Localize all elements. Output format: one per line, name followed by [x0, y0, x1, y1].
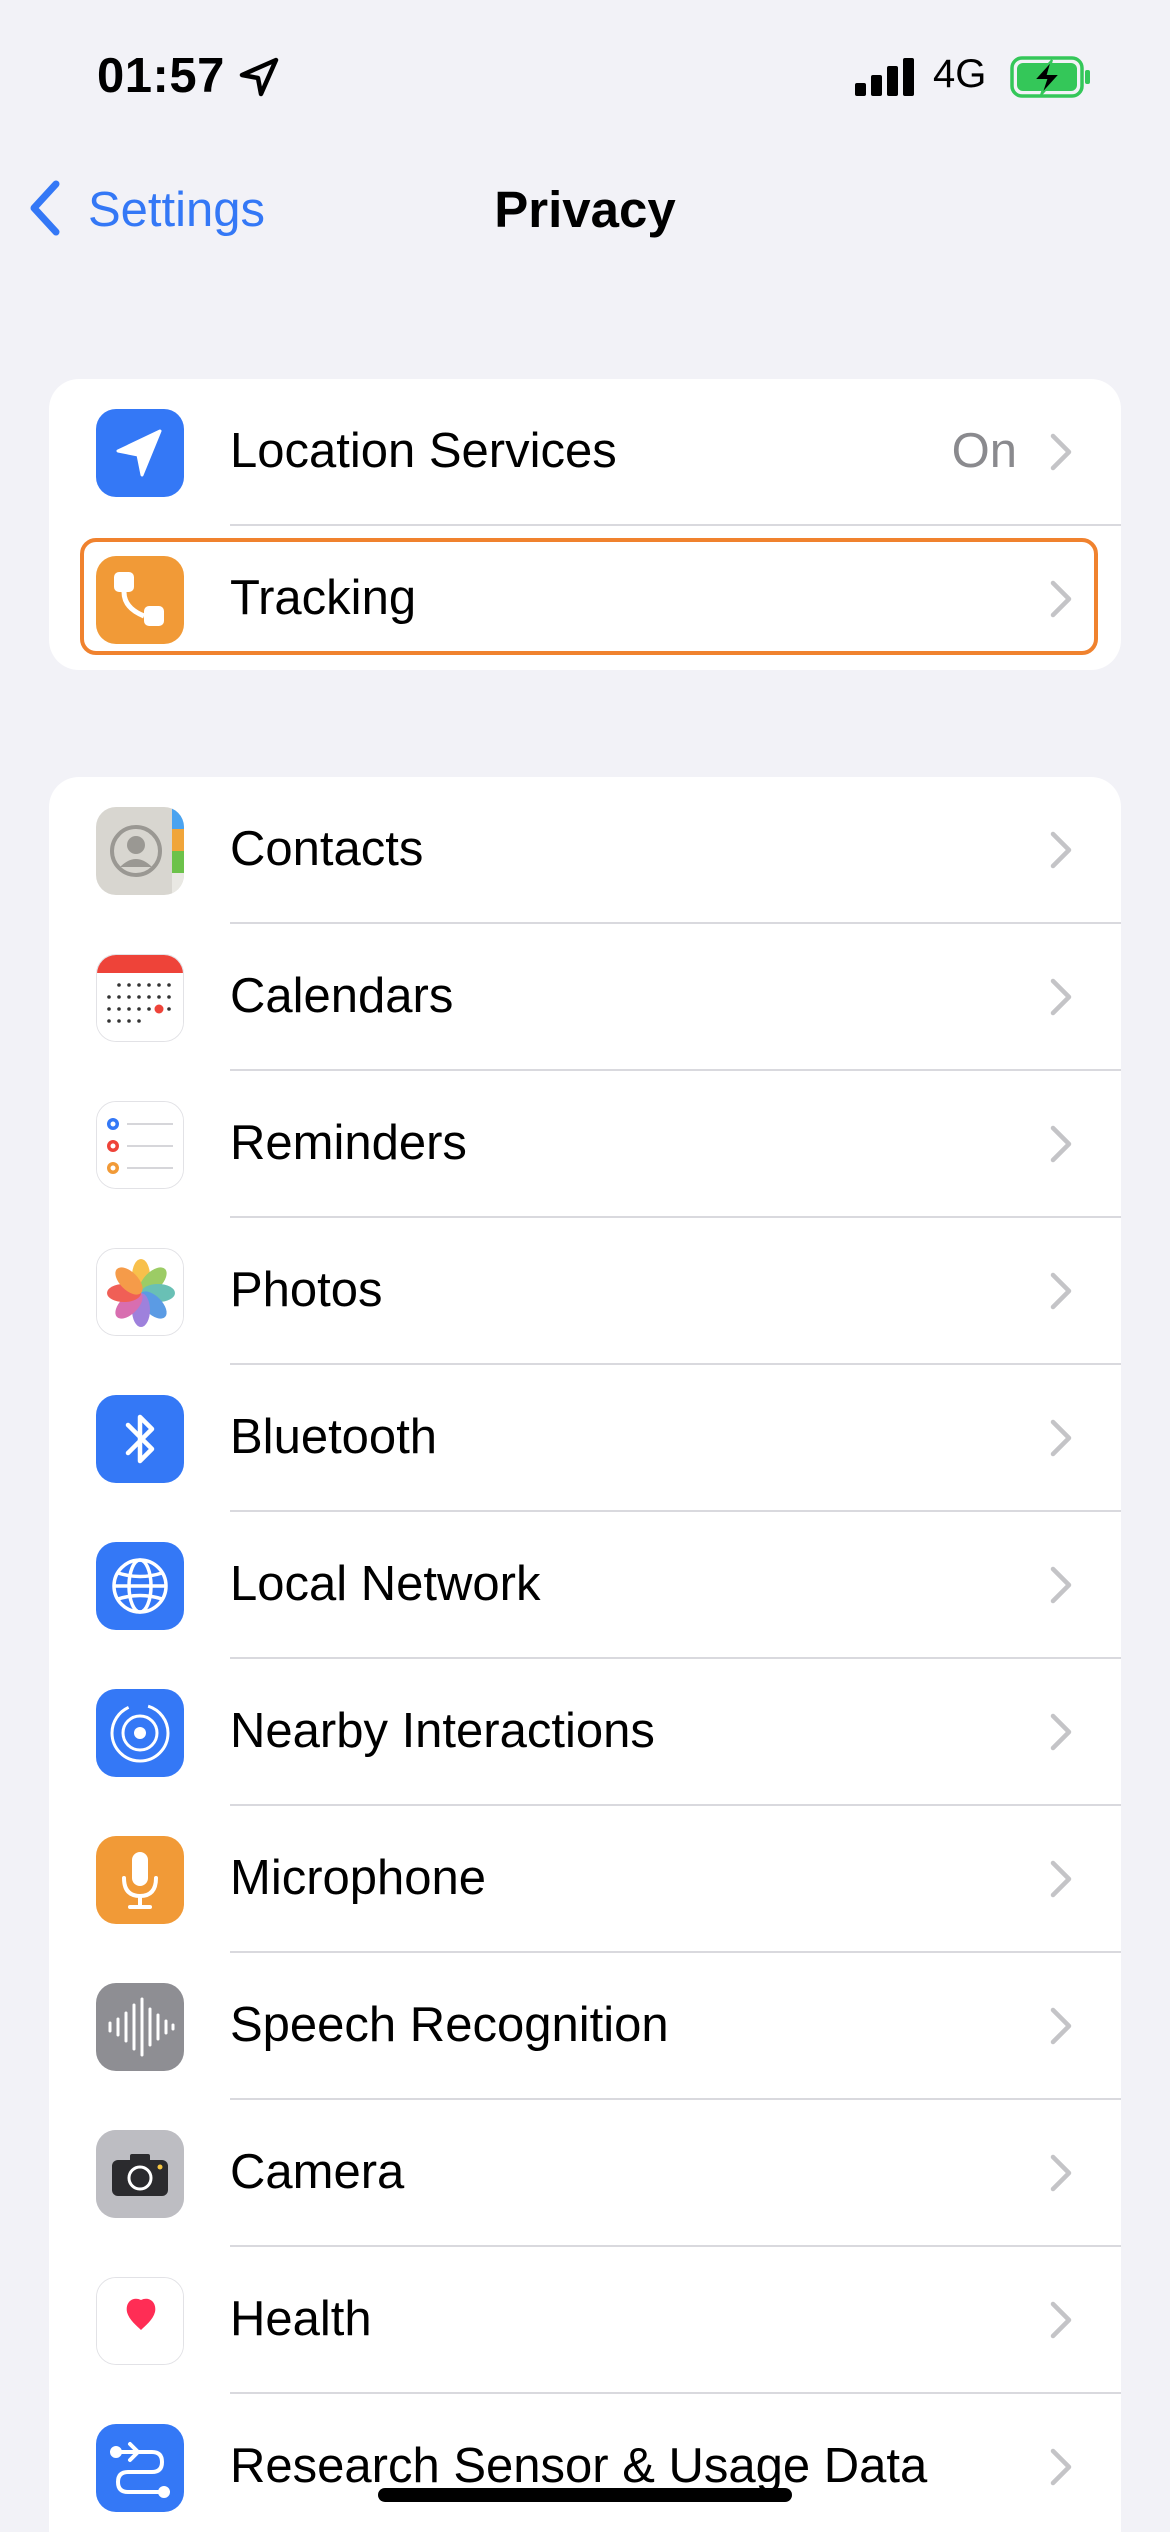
chevron-right-icon: [1050, 2007, 1072, 2045]
location-tracking-group: Location Services On Tracking: [49, 379, 1121, 670]
chevron-right-icon: [1050, 1860, 1072, 1898]
row-label: Nearby Interactions: [230, 1704, 655, 1758]
chevron-right-icon: [1050, 2154, 1072, 2192]
camera-icon: [96, 2130, 184, 2218]
home-indicator[interactable]: [378, 2488, 792, 2502]
navigation-bar: Settings Privacy: [0, 160, 1170, 260]
network-type: 4G: [933, 52, 987, 96]
chevron-right-icon: [1050, 1713, 1072, 1751]
row-label: Tracking: [230, 571, 417, 625]
row-label: Contacts: [230, 822, 424, 876]
app-permissions-group: Contacts Calendars Reminders Photos Blue…: [49, 777, 1121, 2532]
chevron-right-icon: [1050, 1125, 1072, 1163]
row-label: Reminders: [230, 1116, 467, 1170]
chevron-right-icon: [1050, 1272, 1072, 1310]
privacy-settings-screen: 01:57 4G Settings Privacy Location Servi…: [0, 0, 1170, 2532]
row-label: Calendars: [230, 969, 454, 1023]
health-row[interactable]: Health: [49, 2247, 1121, 2394]
row-label: Bluetooth: [230, 1410, 438, 1464]
chevron-right-icon: [1050, 1566, 1072, 1604]
photos-row[interactable]: Photos: [49, 1218, 1121, 1365]
photos-icon: [96, 1248, 184, 1336]
location-arrow-icon: [239, 57, 279, 97]
row-label: Health: [230, 2292, 372, 2346]
row-value: On: [951, 424, 1017, 478]
bluetooth-icon: [96, 1395, 184, 1483]
waveform-icon: [96, 1983, 184, 2071]
cellular-signal-icon: [855, 58, 914, 96]
calendar-icon: [96, 954, 184, 1042]
row-label: Speech Recognition: [230, 1998, 669, 2052]
reminders-icon: [96, 1101, 184, 1189]
reminders-row[interactable]: Reminders: [49, 1071, 1121, 1218]
calendars-row[interactable]: Calendars: [49, 924, 1121, 1071]
bluetooth-row[interactable]: Bluetooth: [49, 1365, 1121, 1512]
nearby-icon: [96, 1689, 184, 1777]
research-icon: [96, 2424, 184, 2512]
page-title: Privacy: [494, 181, 676, 238]
microphone-row[interactable]: Microphone: [49, 1806, 1121, 1953]
tracking-icon: [96, 556, 184, 644]
chevron-right-icon: [1050, 2301, 1072, 2339]
status-time: 01:57: [97, 49, 225, 103]
row-label: Photos: [230, 1263, 383, 1317]
camera-row[interactable]: Camera: [49, 2100, 1121, 2247]
speech-recognition-row[interactable]: Speech Recognition: [49, 1953, 1121, 2100]
row-label: Local Network: [230, 1557, 541, 1611]
research-sensor-row[interactable]: Research Sensor & Usage Data: [49, 2394, 1121, 2532]
chevron-right-icon: [1050, 433, 1072, 471]
globe-icon: [96, 1542, 184, 1630]
row-label: Camera: [230, 2145, 405, 2199]
battery-charging-icon: [1010, 56, 1090, 98]
heart-icon: [96, 2277, 184, 2365]
chevron-right-icon: [1050, 2448, 1072, 2486]
contacts-row[interactable]: Contacts: [49, 777, 1121, 924]
chevron-right-icon: [1050, 1419, 1072, 1457]
chevron-right-icon: [1050, 978, 1072, 1016]
row-label: Location Services: [230, 424, 617, 478]
local-network-row[interactable]: Local Network: [49, 1512, 1121, 1659]
location-arrow-icon: [96, 409, 184, 497]
chevron-right-icon: [1050, 580, 1072, 618]
contacts-icon: [96, 807, 184, 895]
chevron-right-icon: [1050, 831, 1072, 869]
nearby-interactions-row[interactable]: Nearby Interactions: [49, 1659, 1121, 1806]
status-bar: 01:57 4G: [0, 0, 1170, 150]
tracking-row[interactable]: Tracking: [49, 526, 1121, 670]
row-label: Research Sensor & Usage Data: [230, 2439, 928, 2493]
location-services-row[interactable]: Location Services On: [49, 379, 1121, 526]
microphone-icon: [96, 1836, 184, 1924]
row-label: Microphone: [230, 1851, 487, 1905]
